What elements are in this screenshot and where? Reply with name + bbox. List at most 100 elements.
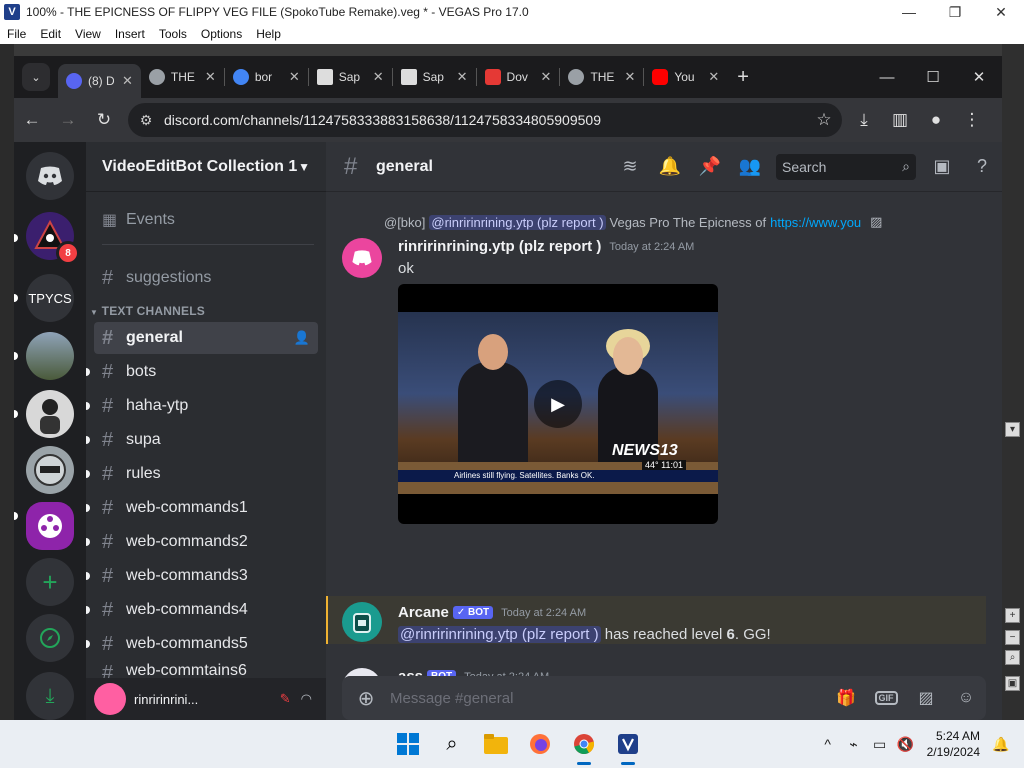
explore-icon[interactable] [26,614,74,662]
notification-bell-icon[interactable]: 🔔 [988,736,1014,753]
downloads-icon[interactable]: ⤓ [846,102,882,138]
profile-icon[interactable]: ● [918,102,954,138]
message-author[interactable]: Arcane ✓ BOT Today at 2:24 AM [398,604,586,621]
tab-search-button[interactable]: ⌄ [22,63,50,91]
menu-options[interactable]: Options [194,27,249,41]
vegas-zoom-in-button[interactable]: + [1005,608,1020,623]
chrome-close-button[interactable]: ✕ [956,56,1002,98]
vegas-lock-icon[interactable]: ▣ [1005,676,1020,691]
avatar[interactable] [94,683,126,715]
vegas-restore-button[interactable]: ❐ [932,0,978,24]
tab-close-icon[interactable]: ✕ [122,73,133,89]
volume-mute-icon[interactable]: 🔇 [893,736,919,753]
invite-member-icon[interactable]: 👤 [294,330,310,346]
tab-discord[interactable]: (8) D ✕ [58,64,141,98]
threads-icon[interactable]: ≋ [610,147,650,187]
server-avatar-landscape[interactable] [26,332,74,380]
member-list-icon[interactable]: 👥 [730,147,770,187]
network-icon[interactable]: ⌁ [841,736,867,753]
side-panel-icon[interactable]: ▥ [882,102,918,138]
menu-edit[interactable]: Edit [33,27,68,41]
channel-web-commands4[interactable]: # web-commands4 [86,594,318,626]
menu-help[interactable]: Help [249,27,288,41]
gif-button[interactable]: GIF [866,691,906,705]
message-mention[interactable]: @rinririnrining.ytp (plz report ) [398,626,601,643]
channel-web-commands2[interactable]: # web-commands2 [86,526,318,558]
site-info-icon[interactable]: ⚙ [128,112,164,129]
reload-icon[interactable]: ↻ [86,102,122,138]
channel-web-commtains6[interactable]: # web-commtains6 [94,662,318,678]
tab-close-icon[interactable]: ✕ [708,69,719,85]
add-server-icon[interactable]: + [26,558,74,606]
address-bar[interactable]: ⚙ discord.com/channels/11247583338831586… [128,103,842,137]
channel-rules[interactable]: # rules [86,458,318,490]
channel-web-commands3[interactable]: # web-commands3 [86,560,318,592]
download-apps-icon[interactable]: ⤓ [26,672,74,720]
channel-haha-ytp[interactable]: # haha-ytp [86,390,318,422]
events-item[interactable]: ▦ Events [94,204,318,236]
vegas-zoom-icon[interactable]: ⌕ [1005,650,1020,665]
display-icon[interactable]: ▭ [867,736,893,753]
start-icon[interactable] [386,720,430,768]
message-input[interactable]: Message #general [390,690,826,707]
channel-web-commands5[interactable]: # web-commands5 [86,628,318,660]
sticker-icon[interactable]: ▨ [906,688,946,708]
forward-icon[interactable]: → [50,102,86,138]
vegas-minimize-button[interactable]: — [886,0,932,24]
server-avatar-person[interactable] [26,390,74,438]
tab-close-icon[interactable]: ✕ [457,69,468,85]
headset-icon[interactable]: ◠ [301,691,312,707]
menu-tools[interactable]: Tools [152,27,194,41]
chrome-icon[interactable] [562,720,606,768]
channel-suggestions[interactable]: # suggestions [94,262,318,294]
avatar[interactable] [342,602,382,642]
avatar[interactable] [342,238,382,278]
new-tab-button[interactable]: + [737,66,749,89]
inbox-icon[interactable]: ▣ [922,147,962,187]
chevron-up-icon[interactable]: ^ [815,736,841,752]
channel-web-commands1[interactable]: # web-commands1 [86,492,318,524]
menu-insert[interactable]: Insert [108,27,152,41]
reply-reference[interactable]: @[bko] @rinririnrining.ytp (plz report )… [384,214,882,230]
search-input[interactable]: Search ⌕ [776,153,916,180]
vegas-close-button[interactable]: ✕ [978,0,1024,24]
chrome-maximize-button[interactable]: ☐ [910,56,956,98]
emoji-icon[interactable]: ☺ [946,689,986,707]
tab-the-1[interactable]: THE ✕ [141,60,224,94]
channel-bots[interactable]: # bots [86,356,318,388]
file-explorer-icon[interactable] [474,720,518,768]
back-icon[interactable]: ← [14,102,50,138]
tab-close-icon[interactable]: ✕ [289,69,300,85]
mute-icon[interactable]: ✎ [280,691,291,707]
search-icon[interactable]: ⌕ [430,720,474,768]
video-embed[interactable]: ok NEWS13 44° 11:01 Airlines still flyin… [398,284,718,524]
channel-supa[interactable]: # supa [86,424,318,456]
bookmark-star-icon[interactable]: ☆ [806,110,842,130]
channel-general[interactable]: # general 👤 [94,322,318,354]
tab-sap-1[interactable]: Sap ✕ [309,60,392,94]
reply-mention[interactable]: @rinririnrining.ytp (plz report ) [429,214,606,230]
vegas-taskbar-icon[interactable] [606,720,650,768]
notification-bell-icon[interactable]: 🔔 [650,147,690,187]
tab-google[interactable]: bor ✕ [225,60,308,94]
tab-youtube[interactable]: You ✕ [644,60,727,94]
chrome-minimize-button[interactable]: — [864,56,910,98]
vegas-zoom-out-button[interactable]: − [1005,630,1020,645]
guild-header[interactable]: VideoEditBot Collection 1.0 ▼ [86,142,326,192]
pin-icon[interactable]: 📌 [690,147,730,187]
help-icon[interactable]: ? [962,147,1002,187]
vegas-panel-toggle-icon[interactable]: ▾ [1005,422,1020,437]
menu-view[interactable]: View [68,27,108,41]
reply-link[interactable]: https://www.you [770,215,866,230]
server-avatar-film[interactable] [26,502,74,550]
tab-close-icon[interactable]: ✕ [205,69,216,85]
tab-download[interactable]: Dov ✕ [477,60,560,94]
server-avatar-robot[interactable] [26,446,74,494]
menu-file[interactable]: File [0,27,33,41]
tab-the-2[interactable]: THE ✕ [560,60,643,94]
attach-plus-icon[interactable]: ⊕ [342,686,390,711]
tab-close-icon[interactable]: ✕ [373,69,384,85]
tab-close-icon[interactable]: ✕ [541,69,552,85]
category-text-channels[interactable]: ▼ TEXT CHANNELS [90,304,205,318]
server-tpycs[interactable]: TPYCS [26,274,74,322]
